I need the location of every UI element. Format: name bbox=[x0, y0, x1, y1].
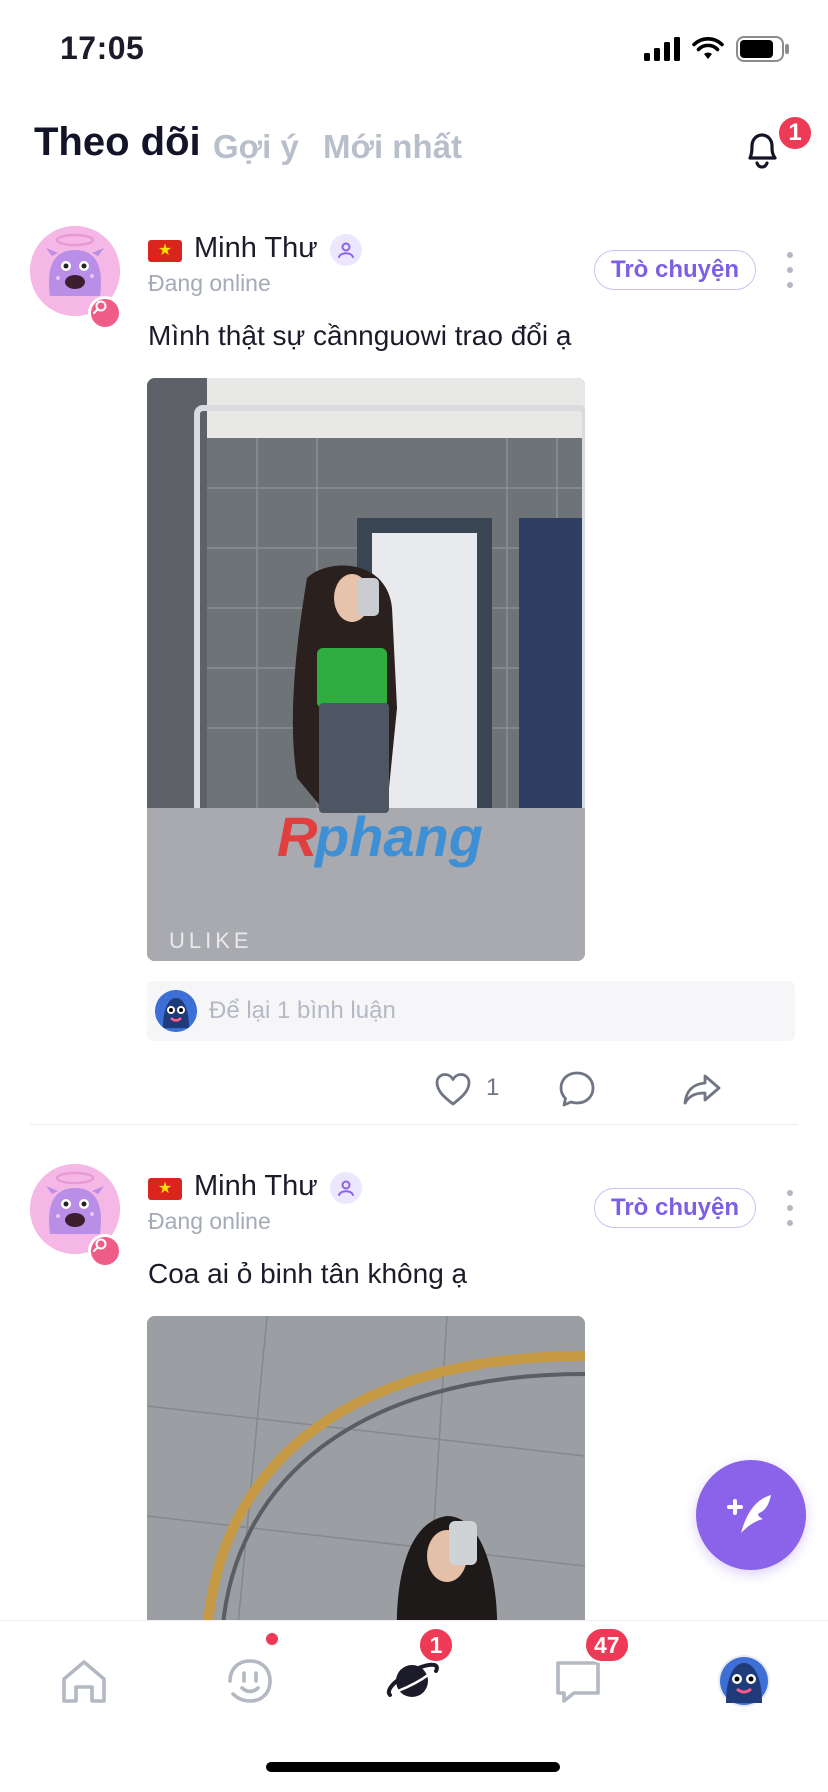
planet-badge: 1 bbox=[418, 1627, 454, 1663]
verified-user-icon bbox=[330, 234, 362, 266]
share-icon[interactable] bbox=[680, 1068, 724, 1110]
mirror-selfie-image: ULIKE R phang bbox=[147, 378, 585, 961]
avatar-icon[interactable] bbox=[714, 1651, 774, 1711]
more-options-icon[interactable] bbox=[780, 1190, 800, 1226]
post-caption: Coa ai ỏ binh tân không ạ bbox=[148, 1258, 468, 1289]
post-actions: 1 bbox=[0, 1060, 828, 1120]
avatar[interactable] bbox=[30, 226, 122, 330]
female-gender-icon bbox=[88, 296, 122, 330]
vietnam-flag-icon: ★ bbox=[148, 1178, 182, 1200]
my-avatar-icon bbox=[155, 990, 197, 1032]
like-count: 1 bbox=[486, 1074, 500, 1101]
online-status: Đang online bbox=[148, 270, 271, 296]
notification-badge: 1 bbox=[776, 114, 814, 152]
post-photo[interactable]: ULIKE R phang bbox=[147, 378, 585, 961]
svg-text:phang: phang bbox=[313, 805, 483, 868]
heart-icon[interactable] bbox=[432, 1068, 474, 1110]
comment-input[interactable]: Để lại 1 bình luận bbox=[147, 981, 795, 1041]
tab-suggested[interactable]: Gợi ý bbox=[213, 128, 299, 166]
feed-post: ★ Minh Thư Đang online Trò chuyện Coa ai… bbox=[0, 1158, 828, 1628]
online-status: Đang online bbox=[148, 1208, 271, 1234]
battery-icon bbox=[736, 36, 789, 62]
notification-dot bbox=[264, 1631, 280, 1647]
mirror-selfie-image bbox=[147, 1316, 585, 1628]
comment-placeholder: Để lại 1 bình luận bbox=[209, 997, 396, 1024]
feed-post: ★ Minh Thư Đang online Trò chuyện Mình t… bbox=[0, 220, 828, 1130]
username[interactable]: Minh Thư bbox=[194, 1170, 318, 1203]
feed-header: Theo dõi Gợi ý Mới nhất 1 bbox=[0, 110, 828, 190]
tab-newest[interactable]: Mới nhất bbox=[323, 128, 462, 166]
status-time: 17:05 bbox=[60, 30, 145, 66]
vietnam-flag-icon: ★ bbox=[148, 240, 182, 262]
female-gender-icon bbox=[88, 1234, 122, 1268]
status-bar: 17:05 bbox=[0, 0, 828, 100]
username[interactable]: Minh Thư bbox=[194, 232, 318, 265]
chat-button[interactable]: Trò chuyện bbox=[594, 1188, 756, 1228]
verified-user-icon bbox=[330, 1172, 362, 1204]
cellular-signal-icon bbox=[644, 37, 680, 61]
svg-text:ULIKE: ULIKE bbox=[169, 928, 253, 953]
post-photo[interactable] bbox=[147, 1316, 585, 1628]
messages-badge: 47 bbox=[584, 1627, 630, 1663]
post-divider bbox=[30, 1124, 798, 1125]
smile-icon[interactable] bbox=[220, 1651, 280, 1711]
more-options-icon[interactable] bbox=[780, 252, 800, 288]
feather-pen-icon bbox=[727, 1495, 771, 1533]
status-icons bbox=[644, 36, 790, 62]
avatar[interactable] bbox=[30, 1164, 122, 1268]
tab-following[interactable]: Theo dõi bbox=[34, 120, 201, 165]
comment-bubble-icon[interactable] bbox=[556, 1068, 598, 1110]
home-indicator bbox=[266, 1762, 560, 1772]
home-icon[interactable] bbox=[54, 1651, 114, 1711]
wifi-icon bbox=[692, 37, 724, 59]
create-post-button[interactable] bbox=[696, 1460, 806, 1570]
chat-button[interactable]: Trò chuyện bbox=[594, 250, 756, 290]
post-caption: Mình thật sự cầnnguowi trao đổi ạ bbox=[148, 320, 572, 351]
svg-text:R: R bbox=[277, 805, 318, 868]
